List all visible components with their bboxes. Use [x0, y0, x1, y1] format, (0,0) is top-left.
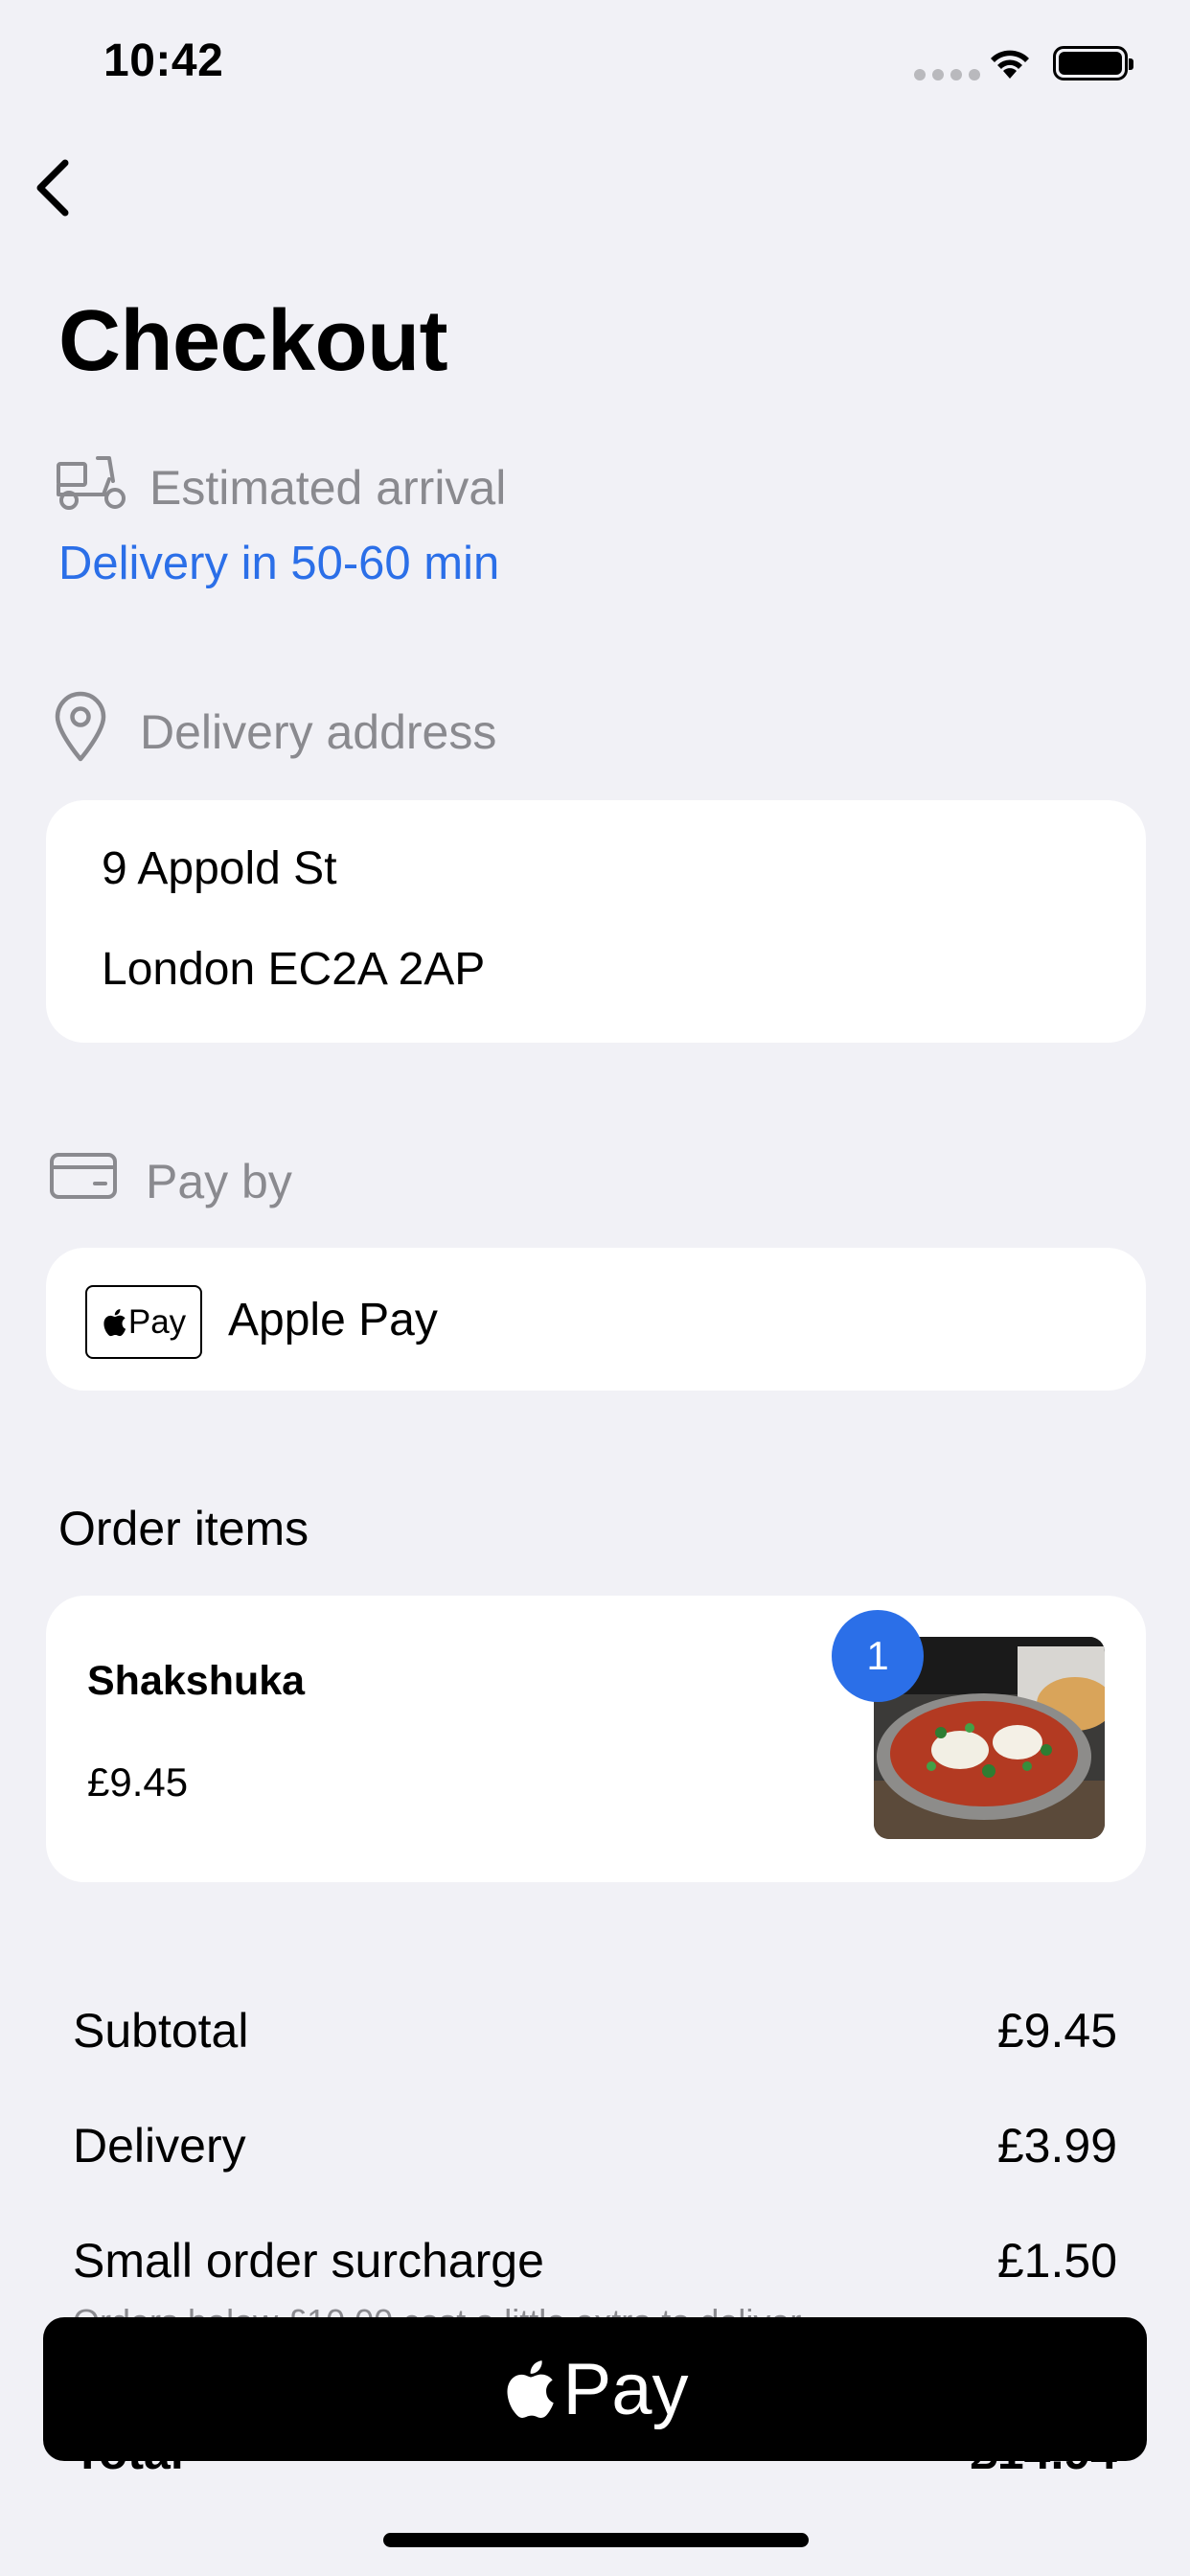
subtotal-value: £9.45	[996, 2004, 1117, 2058]
address-line-2: London EC2A 2AP	[102, 944, 486, 995]
surcharge-row: Small order surcharge £1.50	[73, 2233, 1117, 2288]
delivery-value: £3.99	[996, 2119, 1117, 2173]
page-title: Checkout	[58, 293, 448, 389]
address-heading: Delivery address	[52, 690, 496, 774]
subtotal-label: Subtotal	[73, 2004, 249, 2058]
eta-label: Estimated arrival	[149, 461, 507, 515]
payment-method-name: Apple Pay	[228, 1295, 438, 1346]
address-line-1: 9 Appold St	[102, 843, 337, 894]
surcharge-label: Small order surcharge	[73, 2234, 544, 2288]
surcharge-value: £1.50	[996, 2234, 1117, 2288]
eta-value: Delivery in 50-60 min	[58, 538, 500, 589]
status-time: 10:42	[103, 35, 224, 86]
payby-label: Pay by	[146, 1155, 292, 1208]
back-button[interactable]	[27, 153, 84, 222]
scooter-icon	[56, 452, 128, 523]
location-pin-icon	[52, 690, 109, 774]
payby-heading: Pay by	[50, 1152, 292, 1211]
cellular-signal-icon	[914, 69, 980, 80]
credit-card-icon	[50, 1152, 117, 1211]
subtotal-row: Subtotal £9.45	[73, 2003, 1117, 2058]
delivery-label: Delivery	[73, 2119, 246, 2173]
address-label: Delivery address	[140, 705, 497, 759]
apple-pay-badge-text: Pay	[127, 1302, 187, 1341]
quantity-badge: 1	[832, 1610, 924, 1702]
order-item-name: Shakshuka	[87, 1658, 306, 1704]
eta-row: Estimated arrival	[56, 452, 506, 523]
address-card[interactable]	[46, 800, 1146, 1043]
battery-icon	[1053, 46, 1133, 80]
payment-method-card[interactable]	[46, 1248, 1146, 1391]
apple-logo-icon	[507, 2360, 554, 2418]
apple-logo-icon	[103, 1308, 126, 1336]
order-item-price: £9.45	[87, 1760, 189, 1805]
chevron-left-icon	[36, 159, 69, 217]
home-indicator	[383, 2533, 809, 2547]
apple-pay-button[interactable]: Pay	[43, 2317, 1147, 2461]
apple-pay-button-label: Pay	[562, 2348, 689, 2430]
order-items-heading: Order items	[58, 1502, 309, 1555]
delivery-row: Delivery £3.99	[73, 2118, 1117, 2174]
wifi-icon	[987, 46, 1033, 85]
apple-pay-badge: Pay	[85, 1285, 202, 1359]
